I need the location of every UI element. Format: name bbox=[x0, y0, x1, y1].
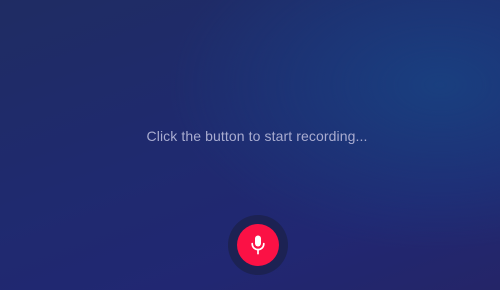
record-button[interactable] bbox=[237, 224, 279, 266]
status-message: Click the button to start recording... bbox=[146, 128, 368, 144]
microphone-icon bbox=[251, 235, 265, 255]
record-button-ring bbox=[228, 215, 288, 275]
recorder-app: Click the button to start recording... bbox=[0, 0, 500, 290]
